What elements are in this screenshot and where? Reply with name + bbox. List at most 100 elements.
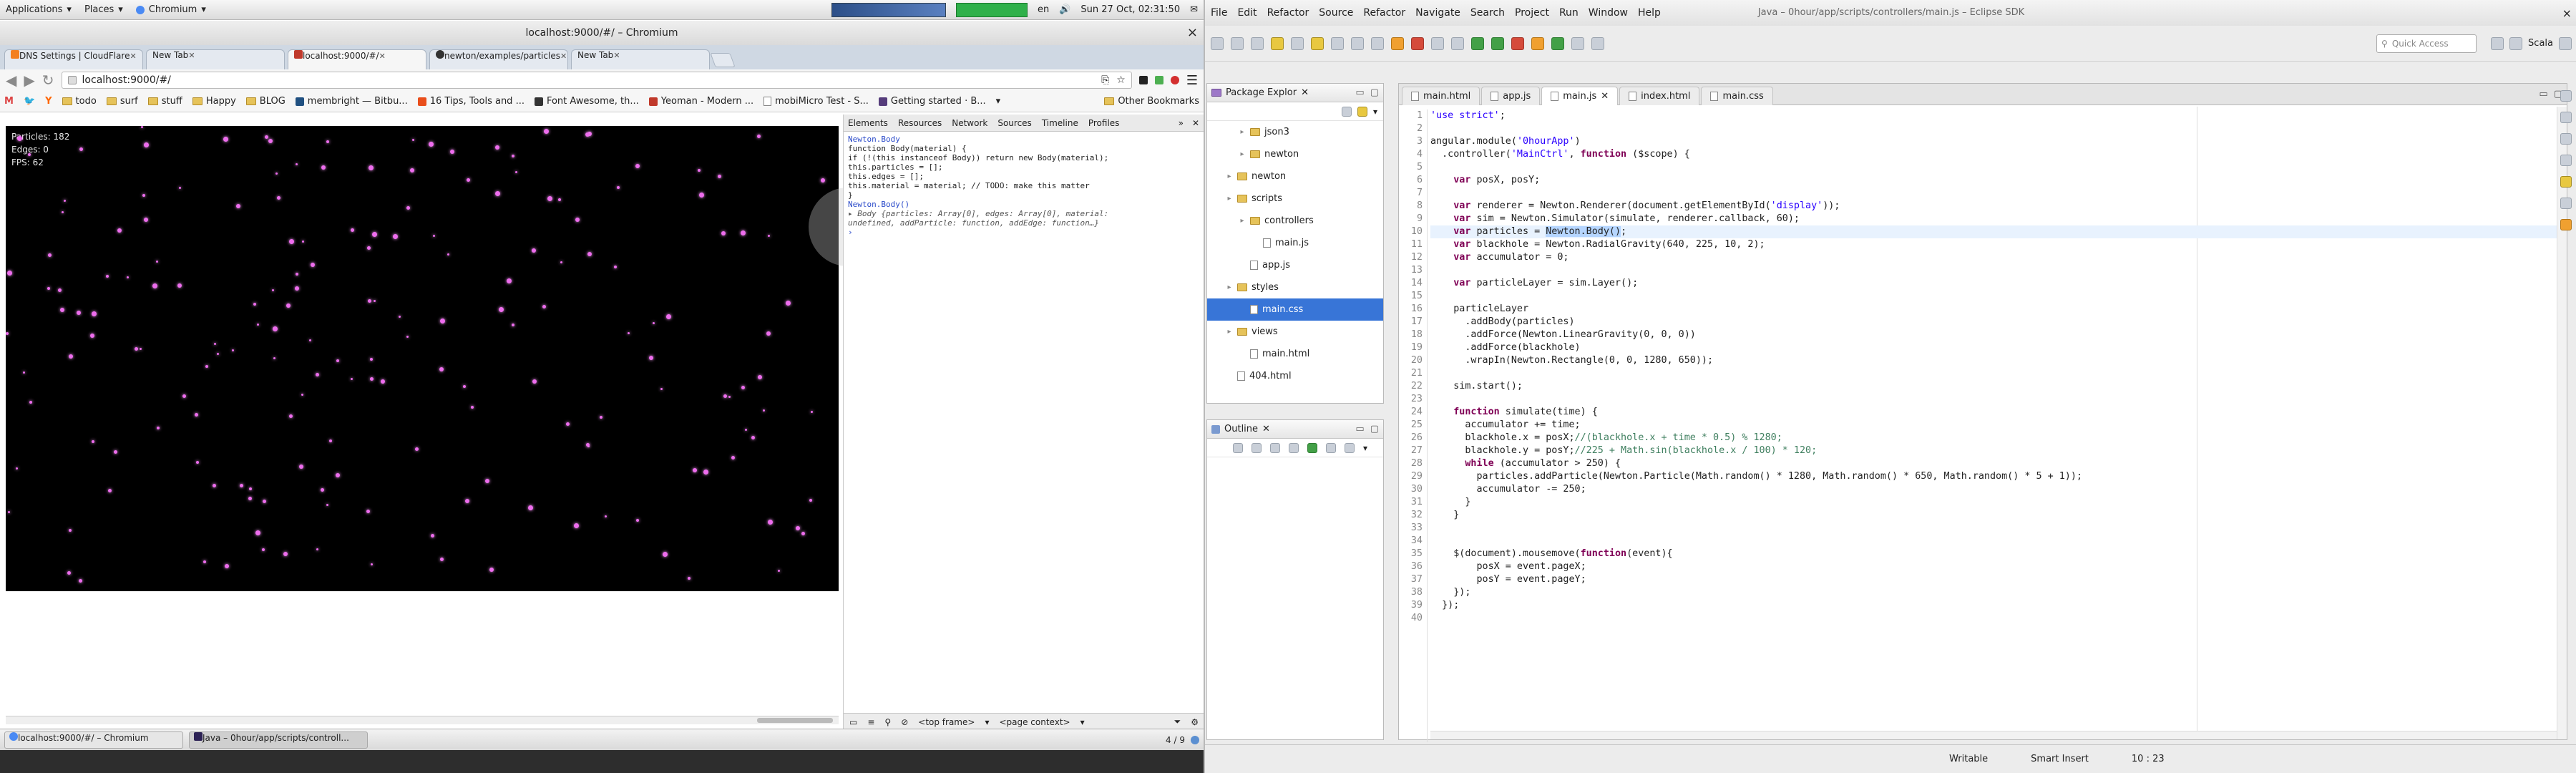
step-into-icon[interactable]	[1431, 37, 1444, 50]
bookmark-item[interactable]: surf	[106, 96, 138, 107]
console-output[interactable]: Newton.Body function Body(material) { if…	[844, 132, 1204, 240]
resume-icon[interactable]	[1371, 37, 1384, 50]
open-perspective-icon[interactable]	[2491, 37, 2504, 50]
code-line[interactable]	[1430, 522, 2567, 535]
tree-item[interactable]: ▸ newton	[1207, 165, 1383, 188]
code-line[interactable]: .controller('MainCtrl', function ($scope…	[1430, 148, 2567, 161]
tab-network[interactable]: Network	[952, 118, 987, 128]
console-prompt[interactable]: ›	[848, 228, 1199, 237]
console-object-line[interactable]: ▸ Body {particles: Array[0], edges: Arra…	[848, 209, 1199, 218]
code-line[interactable]	[1430, 367, 2567, 380]
expand-twisty-icon[interactable]: ▸	[1226, 195, 1233, 203]
code-area[interactable]: 1 2 3 4 5 6 7 8 9 10 11 12 13 14 15 16 17 18 19 20 21 22 23 24 2…	[1399, 107, 2567, 742]
tab-timeline[interactable]: Timeline	[1042, 118, 1078, 128]
new-icon[interactable]	[1211, 37, 1224, 50]
editor-tab[interactable]: main.html	[1402, 86, 1480, 105]
code-line[interactable]: });	[1430, 586, 2567, 599]
java-perspective-icon[interactable]	[2509, 37, 2523, 50]
code-line[interactable]: function simulate(time) {	[1430, 406, 2567, 419]
bookmark-item[interactable]: 16 Tips, Tools and ...	[417, 96, 525, 107]
hide-fields-icon[interactable]	[1252, 442, 1262, 453]
tree-item[interactable]: ▸ scripts	[1207, 188, 1383, 210]
twitter-icon[interactable]: 🐦	[24, 96, 35, 107]
pin-icon[interactable]	[1591, 37, 1604, 50]
tree-item[interactable]: ▸ views	[1207, 321, 1383, 343]
menu-project[interactable]: Project	[1515, 7, 1549, 19]
code-line[interactable]	[1430, 122, 2567, 135]
code-line[interactable]: var particleLayer = sim.Layer();	[1430, 277, 2567, 290]
page-horizontal-scrollbar[interactable]	[6, 716, 839, 724]
code-line[interactable]	[1430, 535, 2567, 548]
debug-perspective-icon[interactable]	[2559, 37, 2572, 50]
notification-icon[interactable]	[1191, 735, 1199, 744]
menu-navigate[interactable]: Navigate	[1415, 7, 1460, 19]
bookmark-item[interactable]: stuff	[147, 96, 182, 107]
close-icon[interactable]: ✕	[1262, 424, 1270, 434]
code-line[interactable]: blackhole.x = posX;//(blackhole.x + time…	[1430, 432, 2567, 444]
hide-local-types-icon[interactable]	[1307, 442, 1317, 453]
mail-icon[interactable]: ✉	[1190, 4, 1198, 15]
other-bookmarks[interactable]: Other Bookmarks	[1104, 96, 1199, 107]
browser-tab-active[interactable]: localhost:9000/#/✕	[288, 49, 426, 69]
extension-stop-icon[interactable]	[1170, 76, 1179, 84]
tree-item[interactable]: main.js	[1207, 232, 1383, 254]
code-line[interactable]	[1430, 187, 2567, 200]
code-line[interactable]: .addBody(particles)	[1430, 316, 2567, 329]
bookmark-item[interactable]: Font Awesome, th...	[534, 96, 639, 107]
console-toggle-icon[interactable]: ≡	[867, 717, 874, 727]
menu-refactor[interactable]: Refactor	[1267, 7, 1309, 19]
minimize-icon[interactable]: ▭	[2539, 89, 2547, 99]
step-over-icon[interactable]	[1451, 37, 1464, 50]
code-line[interactable]: var renderer = Newton.Renderer(document.…	[1430, 200, 2567, 213]
close-icon[interactable]: ✕	[560, 52, 567, 61]
close-icon[interactable]: ✕	[1301, 87, 1309, 98]
view-menu-icon[interactable]: ▾	[1373, 107, 1377, 117]
bookmark-item[interactable]: membright — Bitbu...	[295, 96, 408, 107]
filter-icon[interactable]: ⏷	[1174, 716, 1181, 727]
chromium-menu[interactable]: Chromium ▾	[135, 4, 206, 15]
particle-canvas[interactable]: Particles: 182 Edges: 0 FPS: 62	[6, 126, 839, 591]
settings-gear-icon[interactable]: ⚙	[1191, 717, 1199, 727]
tab-profiles[interactable]: Profiles	[1088, 118, 1120, 128]
scrollbar-thumb[interactable]	[757, 718, 833, 723]
tree-item[interactable]: ▸ json3	[1207, 121, 1383, 143]
code-line[interactable]: accumulator -= 250;	[1430, 483, 2567, 496]
menu-icon[interactable]: ☰	[1186, 73, 1198, 88]
close-icon[interactable]: ✕	[1192, 118, 1199, 128]
code-line[interactable]: particles.addParticle(Newton.Particle(Ma…	[1430, 470, 2567, 483]
debug-icon[interactable]	[1491, 37, 1504, 50]
places-menu[interactable]: Places ▾	[84, 4, 123, 15]
menu-run[interactable]: Run	[1559, 7, 1579, 19]
javadoc-icon[interactable]	[2560, 155, 2572, 166]
browser-tab[interactable]: New Tab✕	[571, 49, 710, 69]
expand-twisty-icon[interactable]: ▸	[1226, 283, 1233, 291]
link-editor-icon[interactable]	[1326, 442, 1336, 453]
close-icon[interactable]: ✕	[188, 51, 195, 60]
menu-source[interactable]: Source	[1319, 7, 1353, 19]
close-icon[interactable]: ×	[2562, 6, 2572, 20]
run-icon[interactable]	[1471, 37, 1484, 50]
taskbar-item-chromium[interactable]: localhost:9000/#/ – Chromium	[4, 731, 183, 749]
bookmark-item[interactable]: Happy	[192, 96, 236, 107]
tree-item[interactable]: ▸ controllers	[1207, 210, 1383, 232]
menu-file[interactable]: File	[1211, 7, 1227, 19]
browser-tab[interactable]: newton/examples/particles✕	[429, 49, 568, 69]
code-line[interactable]: var particles = Newton.Body();	[1430, 225, 2567, 238]
close-icon[interactable]: ✕	[130, 52, 136, 61]
close-icon[interactable]: ✕	[1601, 91, 1609, 102]
code-line[interactable]: .wrapIn(Newton.Rectangle(0, 0, 1280, 650…	[1430, 354, 2567, 367]
code-line[interactable]: }	[1430, 509, 2567, 522]
code-line[interactable]	[1430, 393, 2567, 406]
code-line[interactable]	[1430, 290, 2567, 303]
code-line[interactable]: $(document).mousemove(function(event){	[1430, 548, 2567, 560]
collapse-all-icon[interactable]	[1345, 442, 1355, 453]
code-line[interactable]: accumulator += time;	[1430, 419, 2567, 432]
tree-item[interactable]: main.html	[1207, 343, 1383, 365]
close-icon[interactable]: ×	[1187, 21, 1198, 45]
expand-twisty-icon[interactable]: ▸	[1239, 217, 1246, 225]
code-line[interactable]: angular.module('0hourApp')	[1430, 135, 2567, 148]
code-lines[interactable]: 'use strict'; angular.module('0hourApp')…	[1430, 110, 2567, 625]
bookmark-star-icon[interactable]: ☆	[1116, 74, 1126, 86]
editor-tab-active[interactable]: main.js ✕	[1541, 86, 1619, 105]
tree-item[interactable]: ▸ newton	[1207, 143, 1383, 165]
